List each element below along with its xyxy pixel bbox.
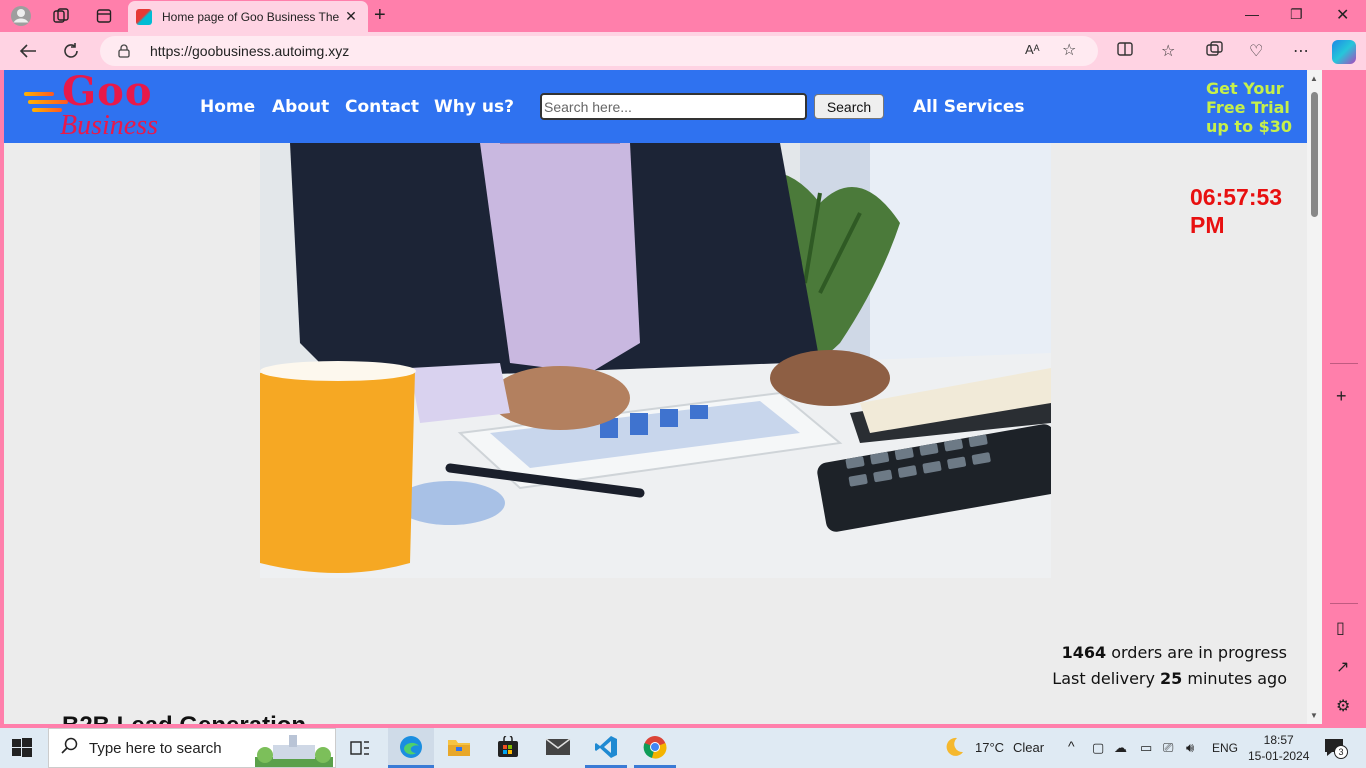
hero-image <box>260 143 1051 578</box>
url-text[interactable]: https://goobusiness.autoimg.xyz <box>150 43 349 59</box>
address-bar[interactable]: https://goobusiness.autoimg.xyz Aᴬ ☆ <box>100 36 1098 66</box>
browser-tab-bar: Home page of Goo Business The ✕ + — ❐ ✕ <box>0 0 1366 32</box>
tab-title: Home page of Goo Business The <box>162 9 340 24</box>
orders-in-progress: 1464 orders are in progress <box>1052 640 1287 666</box>
promo-line: Get Your <box>1206 79 1284 98</box>
search-highlight-icon <box>255 735 333 767</box>
site-header: Goo Business Home About Contact Why us? … <box>4 70 1307 143</box>
show-hidden-icons-icon[interactable]: ^ <box>1068 738 1075 754</box>
active-tab[interactable]: Home page of Goo Business The ✕ <box>128 1 368 32</box>
open-external-icon[interactable]: ↗ <box>1336 657 1349 677</box>
onedrive-icon[interactable]: ☁ <box>1114 740 1127 756</box>
new-tab-icon[interactable]: + <box>374 4 386 27</box>
minimize-icon[interactable]: — <box>1245 6 1259 22</box>
orders-label: orders are in progress <box>1106 643 1287 662</box>
collections-icon[interactable] <box>1206 41 1224 62</box>
network-icon[interactable]: ⎚ <box>1163 740 1173 756</box>
browser-toolbar: https://goobusiness.autoimg.xyz Aᴬ ☆ ☆ ♡… <box>0 32 1366 70</box>
taskbar-time: 18:57 <box>1263 733 1294 747</box>
favorite-star-icon[interactable]: ☆ <box>1062 40 1076 60</box>
order-status: 1464 orders are in progress Last deliver… <box>1052 640 1287 692</box>
site-search-button[interactable]: Search <box>814 94 884 119</box>
clock-ampm: PM <box>1190 212 1225 238</box>
windows-taskbar: Type here to search 17°C Clear ^ ▢ ☁ ▭ ⎚… <box>0 728 1366 768</box>
profile-icon[interactable] <box>10 5 32 27</box>
clock-time: 06:57:53 <box>1190 184 1283 210</box>
scroll-up-icon[interactable]: ▲ <box>1310 74 1318 83</box>
favorites-icon[interactable]: ☆ <box>1161 41 1175 61</box>
sidebar-divider <box>1330 603 1358 604</box>
microsoft-store-icon[interactable] <box>497 736 519 758</box>
page-scrollbar[interactable]: ▲ ▼ <box>1307 70 1322 724</box>
site-favicon-icon <box>136 8 152 25</box>
nav-why-us[interactable]: Why us? <box>434 97 514 117</box>
volume-icon[interactable]: 🔊︎ <box>1186 740 1194 756</box>
windows-start-icon[interactable] <box>12 738 32 758</box>
close-window-icon[interactable]: ✕ <box>1336 5 1349 25</box>
file-explorer-icon[interactable] <box>447 736 471 758</box>
last-delivery-unit: minutes ago <box>1182 669 1287 688</box>
scroll-thumb[interactable] <box>1311 92 1318 217</box>
lock-icon[interactable] <box>118 44 132 58</box>
orders-count: 1464 <box>1061 643 1107 662</box>
site-search-input[interactable] <box>540 93 807 120</box>
taskbar-date: 15-01-2024 <box>1248 749 1310 763</box>
mail-icon[interactable] <box>545 737 571 757</box>
read-aloud-icon[interactable]: Aᴬ <box>1025 42 1040 57</box>
split-screen-icon[interactable] <box>1117 41 1133 62</box>
sidebar-divider <box>1330 363 1358 364</box>
refresh-icon[interactable] <box>58 39 84 63</box>
notifications-icon[interactable]: 3 <box>1324 738 1348 759</box>
restore-icon[interactable]: ❐ <box>1290 6 1303 23</box>
search-icon <box>61 737 79 760</box>
logo-subtitle: Business <box>60 110 158 141</box>
nav-all-services[interactable]: All Services <box>913 97 1025 117</box>
logo-speed-line <box>32 108 62 112</box>
site-logo[interactable]: Goo Business <box>24 70 174 142</box>
last-delivery-label: Last delivery <box>1052 669 1161 688</box>
battery-icon[interactable]: ▭ <box>1140 740 1152 756</box>
free-trial-promo[interactable]: Get Your Free Trial up to $30 <box>1206 79 1306 136</box>
copilot-icon[interactable] <box>1332 40 1356 64</box>
promo-line: up to $30 <box>1206 117 1293 136</box>
section-heading: B2B Lead Generation <box>62 712 306 724</box>
hide-sidebar-icon[interactable]: ▯ <box>1336 618 1345 638</box>
edge-sidebar: + ▯ ↗ ⚙ <box>1322 70 1366 724</box>
meet-now-icon[interactable]: ▢ <box>1092 740 1104 756</box>
close-tab-icon[interactable]: ✕ <box>342 8 360 25</box>
workspaces-icon[interactable] <box>50 5 72 27</box>
logo-speed-line <box>24 92 54 96</box>
back-icon[interactable] <box>15 39 41 63</box>
sidebar-settings-icon[interactable]: ⚙ <box>1336 696 1350 716</box>
taskbar-search-box[interactable]: Type here to search <box>48 728 336 768</box>
weather-temp[interactable]: 17°C <box>975 740 1004 755</box>
weather-condition[interactable]: Clear <box>1013 740 1044 755</box>
edge-taskbar-icon[interactable] <box>388 728 434 768</box>
nav-home[interactable]: Home <box>200 97 255 117</box>
promo-line: Free Trial <box>1206 98 1290 117</box>
nav-about[interactable]: About <box>272 97 329 117</box>
tab-actions-icon[interactable] <box>93 5 115 27</box>
weather-moon-icon[interactable] <box>943 736 965 758</box>
chrome-icon[interactable] <box>634 728 676 768</box>
taskbar-clock[interactable]: 18:57 15-01-2024 <box>1248 732 1309 764</box>
page-viewport: Goo Business Home About Contact Why us? … <box>4 70 1307 724</box>
add-sidebar-app-icon[interactable]: + <box>1336 386 1347 407</box>
more-menu-icon[interactable]: ⋯ <box>1293 41 1309 61</box>
scroll-down-icon[interactable]: ▼ <box>1310 711 1318 720</box>
language-indicator[interactable]: ENG <box>1212 741 1238 755</box>
task-view-icon[interactable] <box>350 739 370 757</box>
nav-contact[interactable]: Contact <box>345 97 419 117</box>
taskbar-search-placeholder: Type here to search <box>89 739 222 757</box>
last-delivery-value: 25 <box>1160 669 1183 688</box>
live-clock: 06:57:53 PM <box>1190 183 1300 239</box>
browser-essentials-icon[interactable]: ♡ <box>1249 41 1263 61</box>
notification-count-badge: 3 <box>1334 745 1348 759</box>
logo-word: Goo <box>62 70 153 115</box>
last-delivery: Last delivery 25 minutes ago <box>1052 666 1287 692</box>
vscode-icon[interactable] <box>585 728 627 768</box>
